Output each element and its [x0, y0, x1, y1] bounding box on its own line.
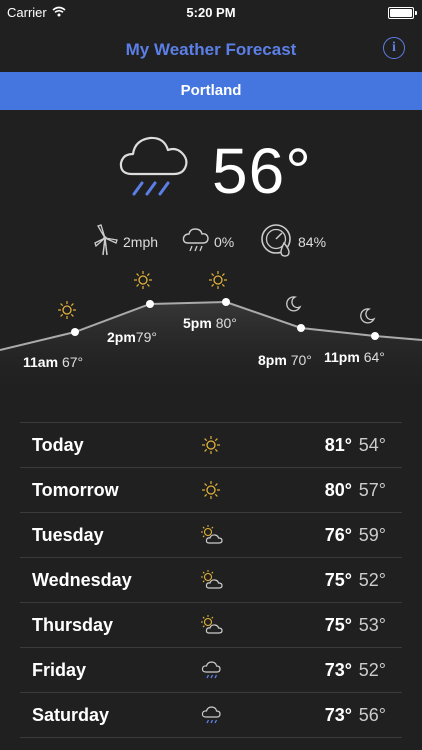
- hourly-point-8pm: [297, 324, 305, 332]
- partly-cloudy-icon: [200, 524, 223, 546]
- sun-icon: [200, 479, 222, 501]
- wind-metric: 2mph: [93, 223, 159, 261]
- app-title: My Weather Forecast: [125, 40, 297, 59]
- hour-label-2pm: 2pm79°: [107, 329, 157, 345]
- battery-icon: [388, 7, 417, 19]
- day-name: Friday: [32, 660, 87, 680]
- wind-turbine-icon: [93, 223, 119, 261]
- status-time: 5:20 PM: [186, 5, 236, 20]
- low-temp: 56°: [358, 705, 386, 725]
- hour-time: 11am: [23, 354, 59, 370]
- sun-icon: [200, 434, 222, 456]
- current-conditions: 56° 2mph 0% 84% 11am 67° 2pm79° 5pm 80° …: [0, 110, 422, 400]
- daily-row[interactable]: Saturday 73° 56°: [20, 693, 402, 738]
- hour-label-5pm: 5pm 80°: [183, 315, 237, 331]
- low-temp: 54°: [358, 435, 386, 455]
- hour-label-11pm: 11pm 64°: [324, 349, 385, 365]
- low-temp: 53°: [358, 615, 386, 635]
- day-name: Thursday: [32, 615, 114, 635]
- high-temp: 75°: [324, 615, 352, 635]
- hour-temp: 64°: [363, 349, 385, 365]
- low-temp: 59°: [358, 525, 386, 545]
- daily-row[interactable]: Wednesday 75° 52°: [20, 558, 402, 603]
- info-button[interactable]: i: [383, 37, 405, 59]
- daily-row[interactable]: Tuesday 76° 59°: [20, 513, 402, 558]
- low-temp: 52°: [358, 570, 386, 590]
- hour-time: 2pm: [107, 329, 136, 345]
- high-temp: 73°: [324, 660, 352, 680]
- rain-icon: [200, 704, 222, 726]
- day-name: Today: [32, 435, 84, 455]
- metrics-row: 2mph 0% 84%: [0, 223, 422, 262]
- sun-icon: [209, 271, 227, 289]
- high-temp: 73°: [324, 705, 352, 725]
- low-temp: 57°: [358, 480, 386, 500]
- nav-bar: My Weather Forecast i: [0, 24, 422, 72]
- hourly-point-11am: [71, 328, 79, 336]
- partly-cloudy-icon: [200, 614, 223, 636]
- rain-icon: [200, 659, 222, 681]
- current-temperature: 56°: [212, 135, 312, 207]
- day-name: Wednesday: [32, 570, 132, 590]
- hour-temp: 70°: [290, 352, 312, 368]
- humidity-gauge-icon: [260, 223, 294, 262]
- daily-row[interactable]: Thursday 75° 53°: [20, 603, 402, 648]
- precip-metric: 0%: [182, 225, 234, 259]
- rain-cloud-small-icon: [182, 227, 210, 258]
- high-temp: 76°: [324, 525, 352, 545]
- day-name: Tuesday: [32, 525, 104, 545]
- day-name: Saturday: [32, 705, 110, 725]
- humidity-value: 84%: [298, 234, 327, 250]
- hour-time: 8pm: [258, 352, 287, 368]
- high-temp: 81°: [324, 435, 352, 455]
- status-bar: Carrier 5:20 PM: [0, 0, 422, 24]
- low-temp: 52°: [358, 660, 386, 680]
- hour-label-11am: 11am 67°: [23, 354, 83, 370]
- hour-temp: 67°: [61, 354, 84, 370]
- hourly-point-2pm: [146, 300, 154, 308]
- sun-icon: [58, 301, 76, 319]
- hour-temp: 80°: [215, 315, 237, 331]
- daily-forecast-list: Today 81° 54° Tomorrow 80° 57° Tuesday 7…: [20, 422, 402, 738]
- moon-icon: [360, 308, 376, 324]
- high-temp: 80°: [324, 480, 352, 500]
- daily-row[interactable]: Friday 73° 52°: [20, 648, 402, 693]
- hourly-point-5pm: [222, 298, 230, 306]
- hour-label-8pm: 8pm 70°: [258, 352, 312, 368]
- city-bar[interactable]: Portland: [0, 72, 422, 110]
- hourly-point-11pm: [371, 332, 379, 340]
- moon-icon: [286, 296, 302, 312]
- high-temp: 75°: [324, 570, 352, 590]
- day-name: Tomorrow: [32, 480, 119, 500]
- sun-icon: [134, 271, 152, 289]
- humidity-metric: 84%: [260, 223, 327, 262]
- hour-time: 5pm: [183, 315, 212, 331]
- partly-cloudy-icon: [200, 569, 223, 591]
- wind-speed: 2mph: [123, 234, 159, 250]
- hour-time: 11pm: [324, 349, 360, 365]
- hour-temp: 79°: [135, 329, 157, 345]
- daily-row[interactable]: Today 81° 54°: [20, 423, 402, 468]
- precip-chance: 0%: [214, 234, 235, 250]
- rain-cloud-icon: [118, 130, 192, 205]
- daily-row[interactable]: Tomorrow 80° 57°: [20, 468, 402, 513]
